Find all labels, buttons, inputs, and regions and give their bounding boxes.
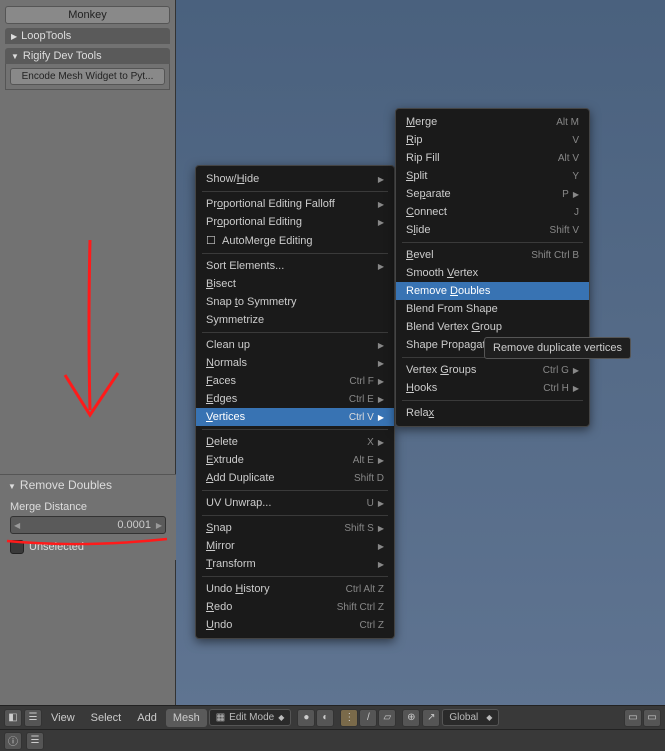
collapse-menus-icon[interactable]: ☰ <box>24 709 42 727</box>
tool-shelf: Monkey LoopTools Rigify Dev Tools Encode… <box>0 0 176 705</box>
menu-item-proportional-editing[interactable]: Proportional Editing <box>196 213 394 231</box>
menu-item-vertices[interactable]: VerticesCtrl V <box>196 408 394 426</box>
menu-item-rip[interactable]: RipV <box>396 131 589 149</box>
menu-item-show-hide[interactable]: Show/Hide <box>196 170 394 188</box>
rigify-panel-header[interactable]: Rigify Dev Tools <box>5 48 170 64</box>
menu-item-mirror[interactable]: Mirror <box>196 537 394 555</box>
edit-mode-icon: ▦ <box>216 712 225 723</box>
shading-solid-icon[interactable]: ● <box>297 709 315 727</box>
encode-mesh-button[interactable]: Encode Mesh Widget to Pyt... <box>10 68 165 85</box>
menu-item-normals[interactable]: Normals <box>196 354 394 372</box>
manipulator-icon[interactable]: ↗ <box>422 709 440 727</box>
operator-panel-header[interactable]: Remove Doubles <box>0 474 176 495</box>
edge-select-icon[interactable]: / <box>359 709 377 727</box>
menu-item-automerge-editing[interactable]: ☐AutoMerge Editing <box>196 231 394 250</box>
editor-type-icon[interactable]: ◧ <box>4 709 22 727</box>
menu-item-slide[interactable]: SlideShift V <box>396 221 589 239</box>
vertex-select-icon[interactable]: ⋮ <box>340 709 358 727</box>
vertices-submenu: MergeAlt MRipVRip FillAlt VSplitYSeparat… <box>395 108 590 427</box>
menu-item-transform[interactable]: Transform <box>196 555 394 573</box>
menu-item-symmetrize[interactable]: Symmetrize <box>196 311 394 329</box>
menu-item-faces[interactable]: FacesCtrl F <box>196 372 394 390</box>
merge-distance-label: Merge Distance <box>10 501 166 513</box>
mode-selector[interactable]: ▦ Edit Mode ◆ <box>209 709 292 726</box>
info-collapse-icon[interactable]: ☰ <box>26 732 44 750</box>
viewport-header: ◧ ☰ View Select Add Mesh ▦ Edit Mode ◆ ●… <box>0 705 665 729</box>
rigify-panel-body: Encode Mesh Widget to Pyt... <box>5 64 170 90</box>
menu-item-redo[interactable]: RedoShift Ctrl Z <box>196 598 394 616</box>
menu-item-hooks[interactable]: HooksCtrl H <box>396 379 589 397</box>
menu-item-vertex-groups[interactable]: Vertex GroupsCtrl G <box>396 361 589 379</box>
menu-item-smooth-vertex[interactable]: Smooth Vertex <box>396 264 589 282</box>
mesh-menu: Show/Hide Proportional Editing FalloffPro… <box>195 165 395 639</box>
menu-item-proportional-editing-falloff[interactable]: Proportional Editing Falloff <box>196 195 394 213</box>
merge-distance-slider[interactable]: 0.0001 <box>10 516 166 534</box>
orientation-selector[interactable]: Global◆ <box>442 709 499 726</box>
menu-item-snap-to-symmetry[interactable]: Snap to Symmetry <box>196 293 394 311</box>
menu-item-rip-fill[interactable]: Rip FillAlt V <box>396 149 589 167</box>
menu-item-remove-doubles[interactable]: Remove Doubles <box>396 282 589 300</box>
menu-item-add-duplicate[interactable]: Add DuplicateShift D <box>196 469 394 487</box>
operator-panel: Remove Doubles Merge Distance 0.0001 Uns… <box>0 474 176 560</box>
menu-item-uv-unwrap-[interactable]: UV Unwrap...U <box>196 494 394 512</box>
menu-item-separate[interactable]: SeparateP <box>396 185 589 203</box>
menu-view[interactable]: View <box>44 709 82 727</box>
menu-item-split[interactable]: SplitY <box>396 167 589 185</box>
menu-item-sort-elements-[interactable]: Sort Elements... <box>196 257 394 275</box>
menu-item-clean-up[interactable]: Clean up <box>196 336 394 354</box>
menu-add[interactable]: Add <box>130 709 164 727</box>
menu-mesh[interactable]: Mesh <box>166 709 207 727</box>
menu-item-connect[interactable]: ConnectJ <box>396 203 589 221</box>
annotation-underline <box>2 536 172 548</box>
info-header: ⓘ ☰ <box>0 729 665 751</box>
menu-item-blend-vertex-group[interactable]: Blend Vertex Group <box>396 318 589 336</box>
layer-button[interactable]: ▭ <box>624 709 642 727</box>
face-select-icon[interactable]: ▱ <box>378 709 396 727</box>
menu-item-extrude[interactable]: ExtrudeAlt E <box>196 451 394 469</box>
info-editor-icon[interactable]: ⓘ <box>4 732 22 750</box>
looptools-panel-header[interactable]: LoopTools <box>5 28 170 44</box>
menu-item-snap[interactable]: SnapShift S <box>196 519 394 537</box>
menu-item-blend-from-shape[interactable]: Blend From Shape <box>396 300 589 318</box>
layer-button-2[interactable]: ▭ <box>643 709 661 727</box>
menu-item-bisect[interactable]: Bisect <box>196 275 394 293</box>
menu-item-undo-history[interactable]: Undo HistoryCtrl Alt Z <box>196 580 394 598</box>
menu-item-relax[interactable]: Relax <box>396 404 589 422</box>
pivot-icon[interactable]: ⊕ <box>402 709 420 727</box>
menu-item-delete[interactable]: DeleteX <box>196 433 394 451</box>
menu-item-edges[interactable]: EdgesCtrl E <box>196 390 394 408</box>
monkey-button[interactable]: Monkey <box>5 6 170 24</box>
menu-select[interactable]: Select <box>84 709 129 727</box>
menu-item-undo[interactable]: UndoCtrl Z <box>196 616 394 634</box>
limit-selection-icon[interactable]: ◐ <box>316 709 334 727</box>
tooltip: Remove duplicate vertices <box>484 337 631 359</box>
menu-item-merge[interactable]: MergeAlt M <box>396 113 589 131</box>
menu-item-bevel[interactable]: BevelShift Ctrl B <box>396 246 589 264</box>
